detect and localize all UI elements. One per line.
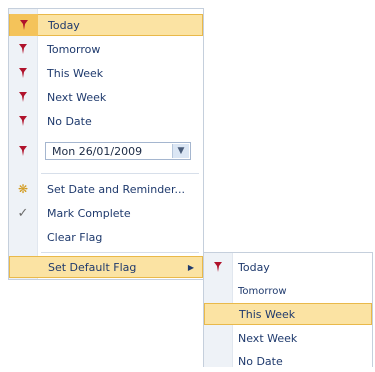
menu-item-label: This Week	[239, 307, 296, 321]
menu-item-clear-flag[interactable]: Clear Flag	[9, 226, 203, 248]
menu-item-today[interactable]: Today	[9, 14, 203, 36]
menu-item-label: Clear Flag	[47, 230, 103, 244]
menu-item-custom-date: Mon 26/01/2009 ▼	[9, 139, 203, 163]
menu-separator	[41, 252, 199, 253]
submenu-item-no-date[interactable]: No Date	[204, 350, 372, 372]
menu-item-label: Next Week	[238, 331, 298, 345]
menu-item-label: No Date	[47, 114, 92, 128]
red-flag-icon	[9, 86, 37, 108]
menu-item-no-date[interactable]: No Date	[9, 110, 203, 132]
menu-item-label: Mark Complete	[47, 206, 131, 220]
date-picker-dropdown-button[interactable]: ▼	[172, 144, 189, 158]
red-flag-icon	[10, 14, 38, 36]
menu-item-label: No Date	[238, 354, 283, 368]
menu-item-label: Tomorrow	[238, 285, 287, 297]
submenu-item-next-week[interactable]: Next Week	[204, 327, 372, 349]
menu-item-label: This Week	[47, 66, 104, 80]
menu-item-label: Set Date and Reminder...	[47, 182, 185, 196]
menu-separator	[41, 173, 199, 174]
red-flag-icon	[9, 110, 37, 132]
red-flag-icon	[9, 62, 37, 84]
menu-item-label: Today	[238, 260, 270, 274]
reminder-bell-icon: ❋	[17, 182, 29, 196]
chevron-down-icon: ▼	[177, 146, 185, 156]
menu-item-set-date-reminder[interactable]: ❋ Set Date and Reminder...	[9, 178, 203, 200]
follow-up-flag-menu: Today Tomorrow This Week Next Week No Da…	[8, 8, 204, 280]
submenu-item-today[interactable]: Today	[204, 256, 372, 278]
menu-item-label: Today	[48, 18, 80, 32]
default-flag-submenu: Today Tomorrow This Week Next Week No Da…	[203, 252, 373, 368]
submenu-arrow-icon: ▶	[187, 262, 194, 272]
checkmark-icon: ✓	[17, 205, 29, 221]
menu-item-label: Set Default Flag	[48, 260, 137, 274]
red-flag-icon	[9, 139, 37, 163]
date-picker-value: Mon 26/01/2009	[52, 144, 143, 158]
menu-item-this-week[interactable]: This Week	[9, 62, 203, 84]
menu-item-tomorrow[interactable]: Tomorrow	[9, 38, 203, 60]
date-picker-combo[interactable]: Mon 26/01/2009 ▼	[45, 142, 191, 160]
menu-item-next-week[interactable]: Next Week	[9, 86, 203, 108]
menu-item-set-default-flag[interactable]: Set Default Flag ▶	[9, 256, 203, 278]
menu-item-mark-complete[interactable]: ✓ Mark Complete	[9, 202, 203, 224]
menu-item-label: Next Week	[47, 90, 107, 104]
submenu-item-this-week[interactable]: This Week	[204, 303, 372, 325]
menu-item-label: Tomorrow	[47, 42, 101, 56]
red-flag-icon	[9, 38, 37, 60]
red-flag-icon	[204, 256, 232, 278]
submenu-item-tomorrow[interactable]: Tomorrow	[204, 280, 372, 302]
